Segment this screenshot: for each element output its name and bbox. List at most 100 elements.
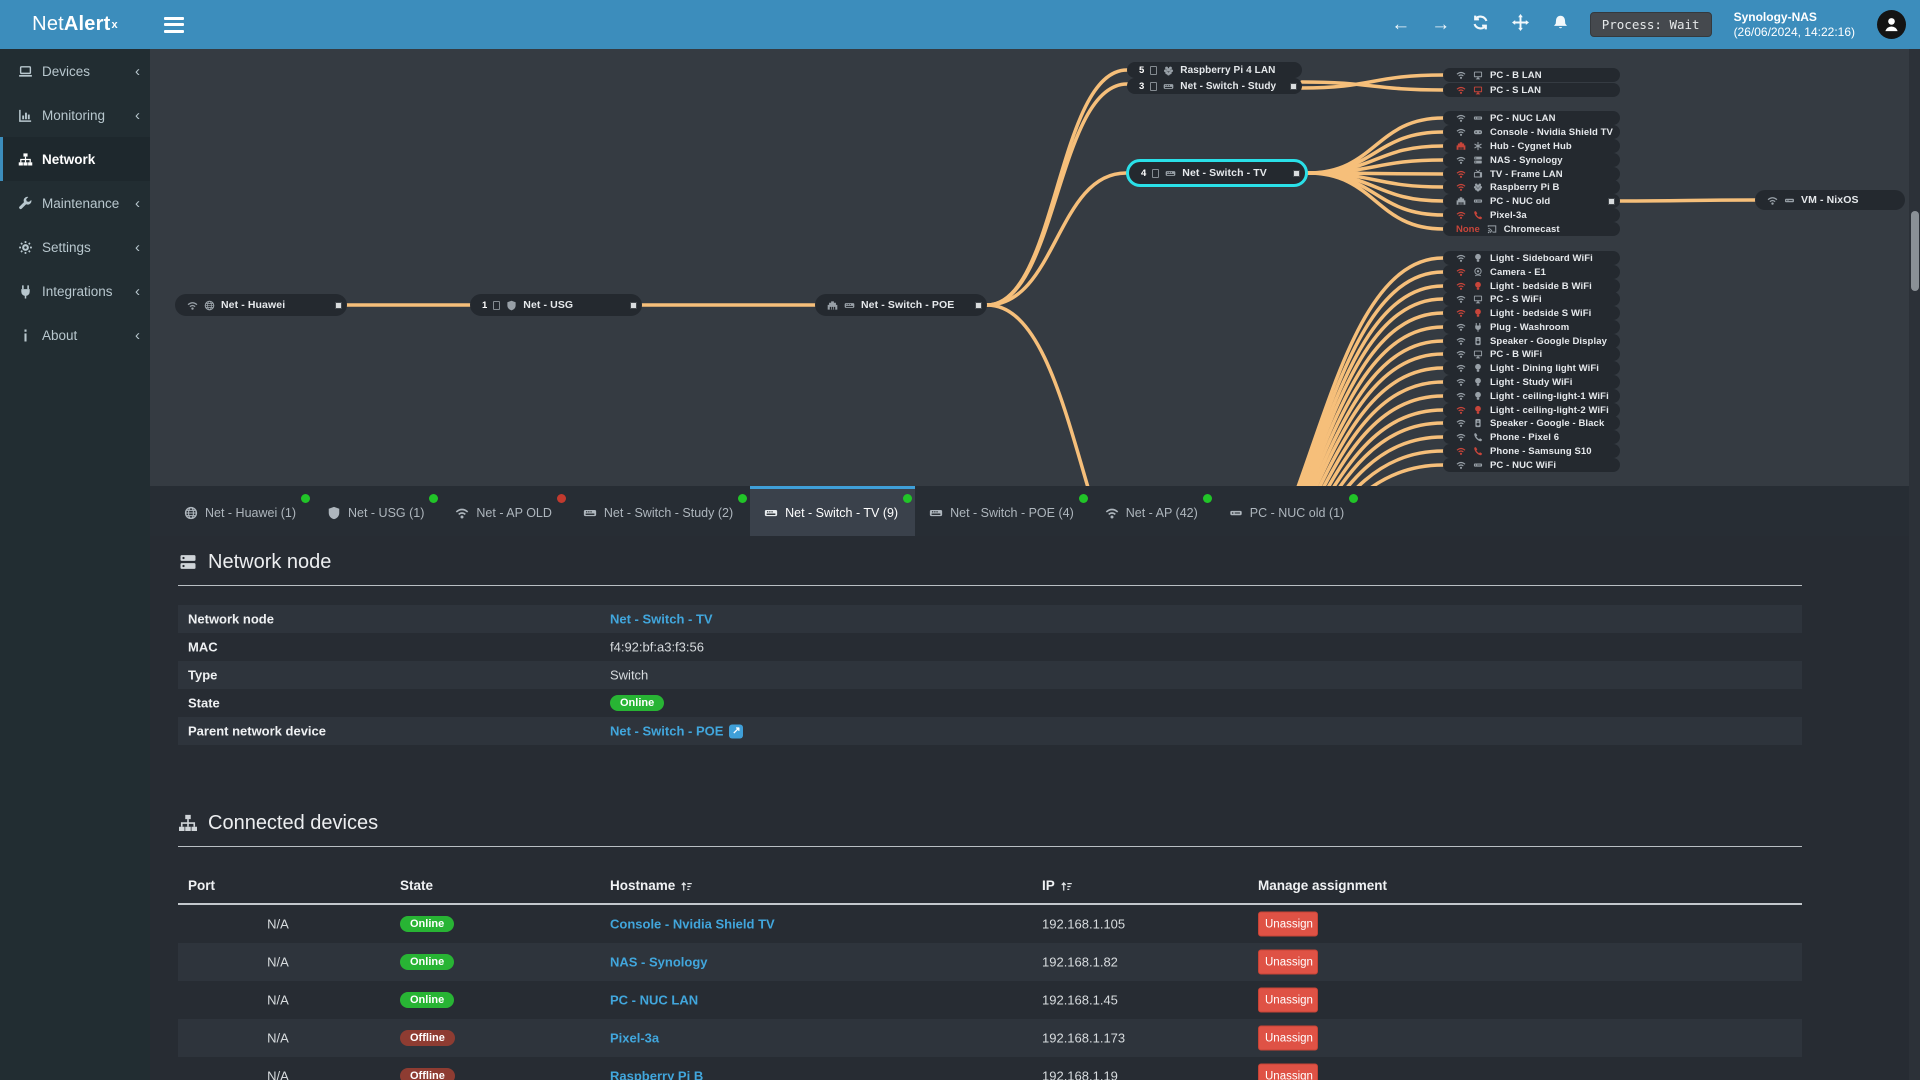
column-header-hostname[interactable]: Hostname <box>610 878 693 893</box>
sidebar-item-monitoring[interactable]: Monitoring ‹ <box>0 93 150 137</box>
sidebar-item-network[interactable]: Network <box>0 137 150 181</box>
device-hostname-link[interactable]: Console - Nvidia Shield TV <box>610 917 775 932</box>
tab-net-ap-old[interactable]: Net - AP OLD <box>441 486 569 536</box>
node-label: Net - USG <box>523 299 574 311</box>
back-arrow-icon[interactable]: ← <box>1390 15 1412 34</box>
node-tv-frame-lan[interactable]: TV - Frame LAN <box>1443 167 1620 181</box>
node-hub-cygnet-hub[interactable]: Hub - Cygnet Hub <box>1443 139 1620 153</box>
device-hostname-link[interactable]: Pixel-3a <box>610 1031 659 1046</box>
node-light-bedside-s-wifi[interactable]: Light - bedside S WiFi <box>1443 306 1620 320</box>
parent-node-link[interactable]: Net - Switch - POE <box>610 724 723 739</box>
tab-pc-nuc-old-1[interactable]: PC - NUC old (1) <box>1215 486 1361 536</box>
node-light-sideboard-wifi[interactable]: Light - Sideboard WiFi <box>1443 251 1620 265</box>
process-status-badge[interactable]: Process: Wait <box>1589 12 1712 37</box>
tab-net-ap-42[interactable]: Net - AP (42) <box>1091 486 1215 536</box>
notifications-bell-icon[interactable] <box>1550 14 1572 35</box>
info-label: State <box>188 695 220 711</box>
eth-icon <box>1456 196 1466 206</box>
unassign-button[interactable]: Unassign <box>1258 987 1318 1013</box>
device-row: N/A Offline Pixel-3a 192.168.1.173 Unass… <box>178 1019 1802 1057</box>
scrollbar[interactable] <box>1909 49 1920 1080</box>
sidebar-item-settings[interactable]: Settings ‹ <box>0 225 150 269</box>
sidebar-item-maintenance[interactable]: Maintenance ‹ <box>0 181 150 225</box>
wifi-icon <box>1456 349 1466 359</box>
column-header-ip[interactable]: IP <box>1042 878 1073 893</box>
tab-net-switch-tv-9[interactable]: Net - Switch - TV (9) <box>750 486 916 536</box>
node-phone-samsung-s10[interactable]: Phone - Samsung S10 <box>1443 444 1620 458</box>
device-state-badge: Online <box>400 992 455 1008</box>
node-net-switch-poe[interactable]: Net - Switch - POE <box>815 294 987 316</box>
node-net-switch-tv[interactable]: 4 Net - Switch - TV <box>1126 159 1308 187</box>
wifi-icon <box>1456 85 1466 95</box>
status-dot <box>429 494 439 503</box>
node-pc-s-lan[interactable]: PC - S LAN <box>1443 83 1620 97</box>
wifi-icon <box>1456 127 1466 137</box>
chevron-left-icon: ‹ <box>135 326 140 344</box>
node-chromecast[interactable]: None Chromecast <box>1443 222 1620 236</box>
globe-icon <box>184 506 198 520</box>
sidebar-item-devices[interactable]: Devices ‹ <box>0 49 150 93</box>
node-net-usg[interactable]: 1 Net - USG <box>470 294 642 316</box>
device-state-badge: Offline <box>400 1030 455 1046</box>
node-console-nvidia-shield-tv[interactable]: Console - Nvidia Shield TV <box>1443 125 1620 139</box>
info-row: Type Switch <box>178 661 1802 689</box>
tab-net-huawei-1[interactable]: Net - Huawei (1) <box>170 486 313 536</box>
node-pixel-3a[interactable]: Pixel-3a <box>1443 208 1620 222</box>
node-label: Net - Switch - Study <box>1180 80 1277 92</box>
app-logo[interactable]: Net Alert x <box>0 0 150 49</box>
unassign-button[interactable]: Unassign <box>1258 1025 1318 1051</box>
node-pc-nuc-wifi[interactable]: PC - NUC WiFi <box>1443 458 1620 472</box>
node-pc-s-wifi[interactable]: PC - S WiFi <box>1443 292 1620 306</box>
tab-net-switch-study-2[interactable]: Net - Switch - Study (2) <box>569 486 750 536</box>
refresh-icon[interactable] <box>1470 14 1492 35</box>
tab-net-switch-poe-4[interactable]: Net - Switch - POE (4) <box>915 486 1091 536</box>
node-link[interactable]: Net - Switch - TV <box>610 612 713 627</box>
node-raspberry-pi-b[interactable]: Raspberry Pi B <box>1443 180 1620 194</box>
shield-icon <box>327 506 341 520</box>
node-pc-nuc-lan[interactable]: PC - NUC LAN <box>1443 111 1620 125</box>
sidebar-item-label: Maintenance <box>42 195 120 211</box>
devices-stack-icon <box>493 300 501 310</box>
device-hostname-link[interactable]: PC - NUC LAN <box>610 993 698 1008</box>
move-icon[interactable] <box>1510 14 1532 35</box>
node-vm-nixos[interactable]: VM - NixOS <box>1755 190 1905 210</box>
info-value: Switch <box>610 667 649 683</box>
node-nas-synology[interactable]: NAS - Synology <box>1443 153 1620 167</box>
unassign-button[interactable]: Unassign <box>1258 911 1318 937</box>
node-net-switch-study[interactable]: 3 Net - Switch - Study <box>1127 78 1302 94</box>
user-avatar[interactable] <box>1877 10 1906 39</box>
node-speaker-google-display[interactable]: Speaker - Google Display <box>1443 334 1620 348</box>
node-light-ceiling-light-1-wifi[interactable]: Light - ceiling-light-1 WiFi <box>1443 389 1620 403</box>
device-port: N/A <box>267 954 289 970</box>
node-phone-pixel-6[interactable]: Phone - Pixel 6 <box>1443 430 1620 444</box>
node-raspberry-pi-4-lan[interactable]: 5 Raspberry Pi 4 LAN <box>1127 62 1302 78</box>
node-pc-b-wifi[interactable]: PC - B WiFi <box>1443 347 1620 361</box>
node-plug-washroom[interactable]: Plug - Washroom <box>1443 320 1620 334</box>
node-pc-nuc-old[interactable]: PC - NUC old <box>1443 194 1620 208</box>
unassign-button[interactable]: Unassign <box>1258 1063 1318 1080</box>
node-label: Light - Study WiFi <box>1490 376 1573 388</box>
external-link-icon[interactable]: ↗ <box>729 724 744 738</box>
node-pc-b-lan[interactable]: PC - B LAN <box>1443 68 1620 82</box>
node-label: Net - Huawei <box>221 299 286 311</box>
wifi-icon <box>1456 336 1466 346</box>
device-hostname-link[interactable]: Raspberry Pi B <box>610 1069 703 1080</box>
node-light-dining-light-wifi[interactable]: Light - Dining light WiFi <box>1443 361 1620 375</box>
unassign-button[interactable]: Unassign <box>1258 949 1318 975</box>
scrollbar-thumb[interactable] <box>1910 211 1919 291</box>
node-light-bedside-b-wifi[interactable]: Light - bedside B WiFi <box>1443 279 1620 293</box>
menu-toggle-button[interactable] <box>164 16 184 33</box>
node-net-huawei[interactable]: Net - Huawei <box>175 294 347 316</box>
node-light-study-wifi[interactable]: Light - Study WiFi <box>1443 375 1620 389</box>
sidebar-item-integrations[interactable]: Integrations ‹ <box>0 269 150 313</box>
device-hostname-link[interactable]: NAS - Synology <box>610 955 708 970</box>
forward-arrow-icon[interactable]: → <box>1430 15 1452 34</box>
tab-net-usg-1[interactable]: Net - USG (1) <box>313 486 441 536</box>
node-light-ceiling-light-2-wifi[interactable]: Light - ceiling-light-2 WiFi <box>1443 403 1620 417</box>
node-speaker-google-black[interactable]: Speaker - Google - Black <box>1443 416 1620 430</box>
node-label: Net - Switch - POE <box>861 299 955 311</box>
raspberry-icon <box>1163 65 1174 76</box>
sidebar-item-about[interactable]: About ‹ <box>0 313 150 357</box>
node-camera-e1[interactable]: Camera - E1 <box>1443 265 1620 279</box>
topology-links <box>345 68 1757 486</box>
